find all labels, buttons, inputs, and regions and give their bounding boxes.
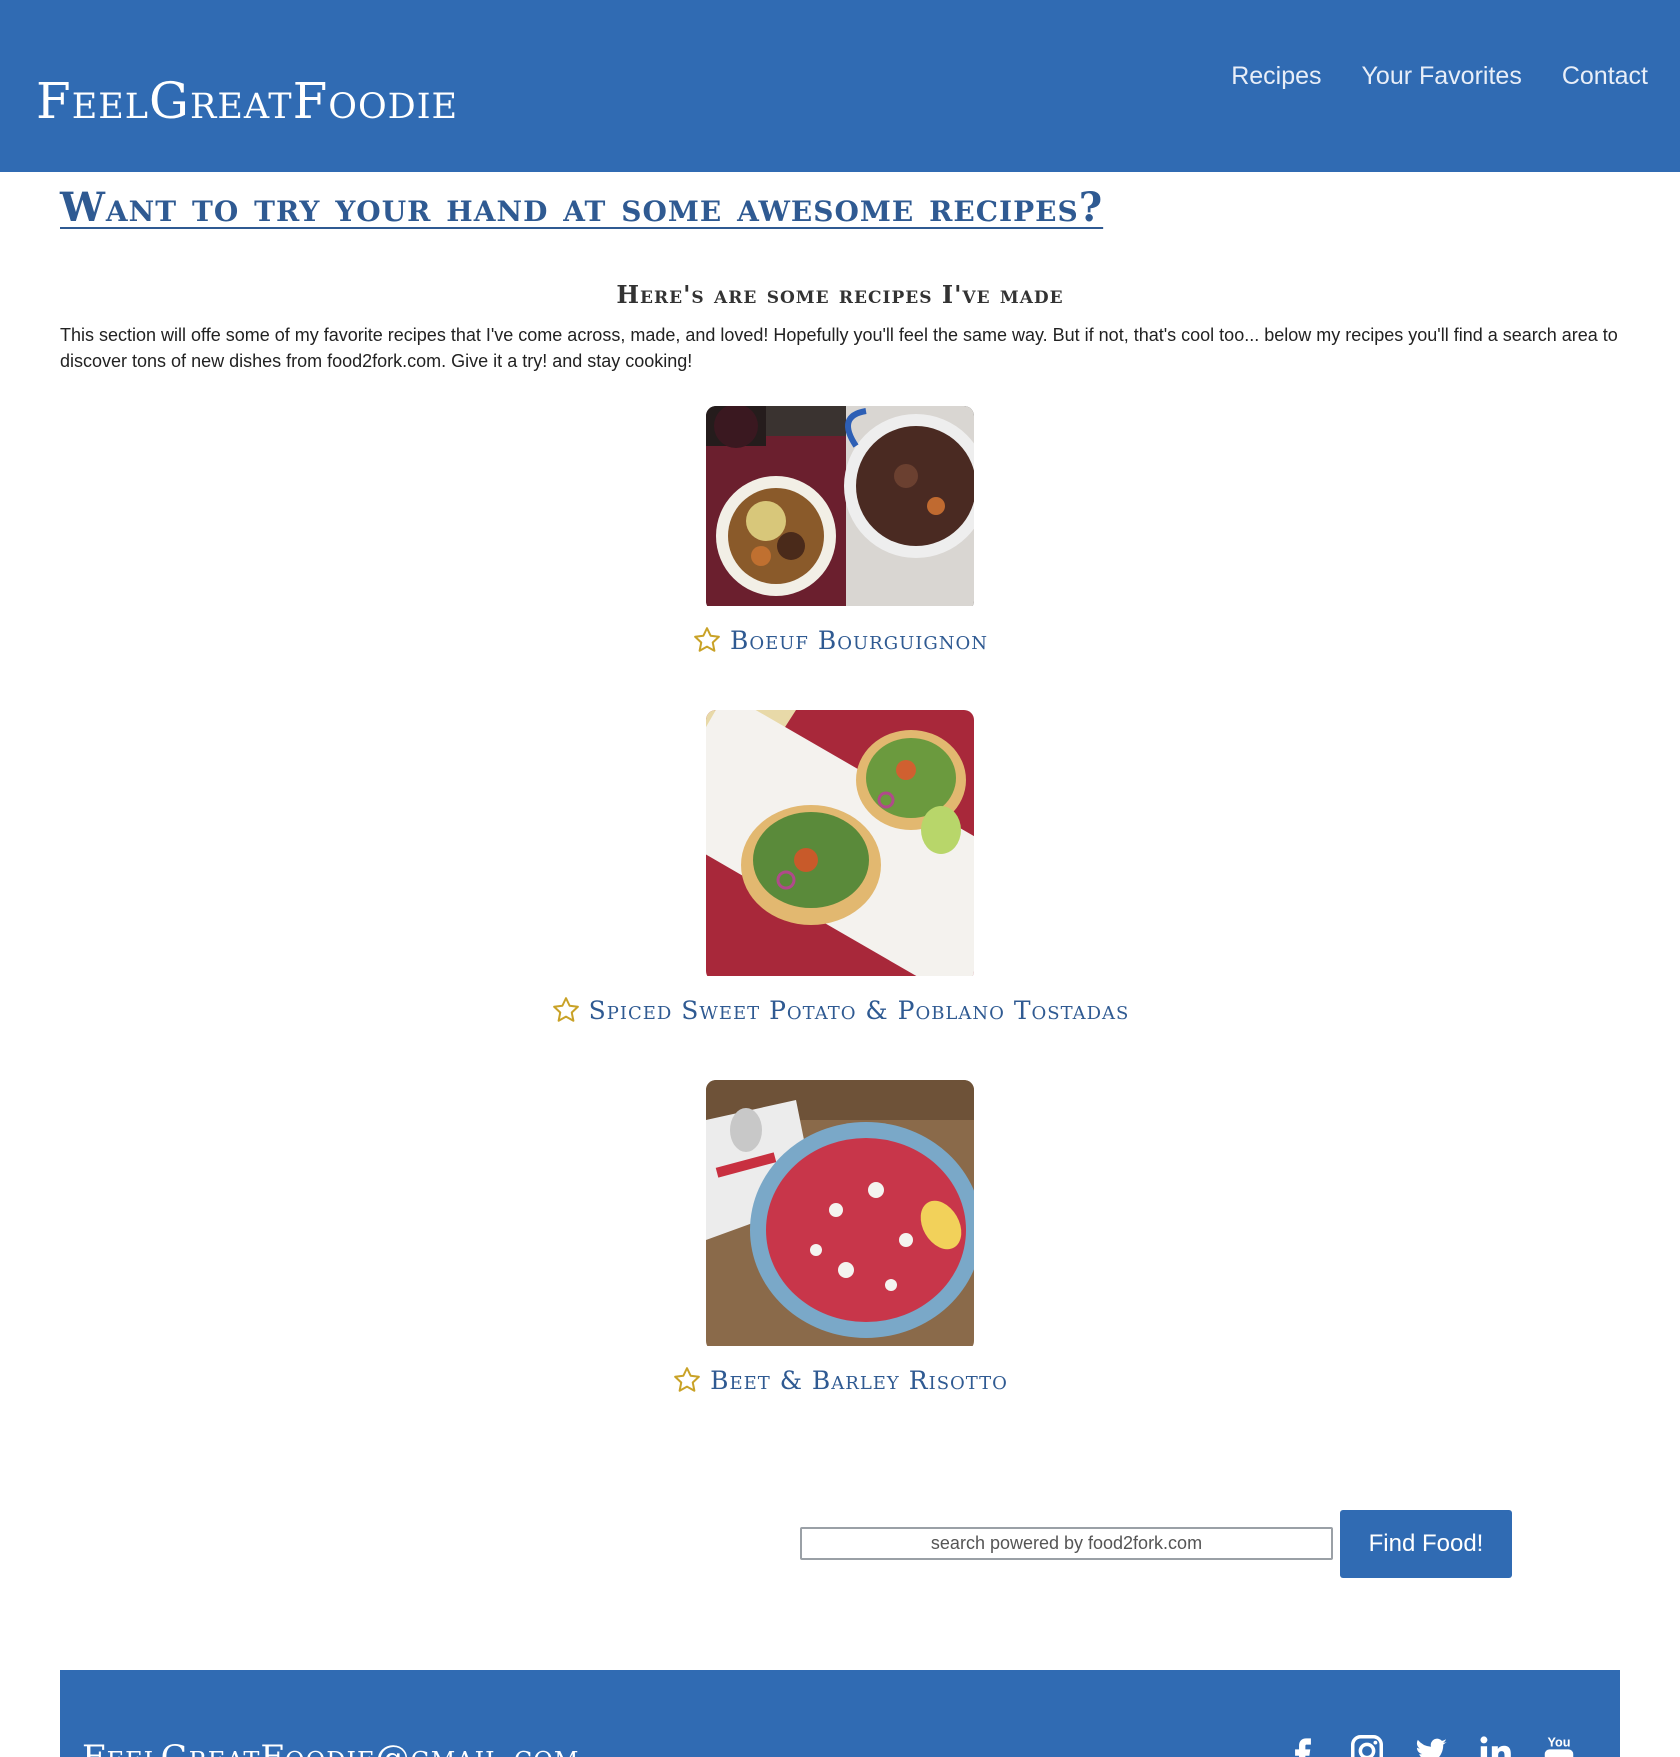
recipe-title[interactable]: Beet & Barley Risotto (672, 1365, 1008, 1395)
recipe-photo-beet-barley-risotto[interactable] (706, 1080, 974, 1351)
recipe-photo-tostadas[interactable] (706, 710, 974, 981)
nav-recipes[interactable]: Recipes (1231, 62, 1321, 91)
site-header: FeelGreatFoodie Recipes Your Favorites C… (0, 0, 1680, 172)
recipe-card: Beet & Barley Risotto (0, 1080, 1680, 1400)
recipe-title[interactable]: Spiced Sweet Potato & Poblano Tostadas (551, 995, 1130, 1025)
site-footer: FeelGreatFoodie@gmail.com You (60, 1670, 1620, 1757)
twitter-icon[interactable] (1412, 1732, 1450, 1757)
youtube-icon[interactable]: You (1540, 1732, 1578, 1757)
recipe-title-text: Beet & Barley Risotto (710, 1365, 1008, 1395)
hero-title[interactable]: Want to try your hand at some awesome re… (60, 184, 1103, 231)
favorite-star-icon[interactable] (692, 625, 722, 655)
recipe-title[interactable]: Boeuf Bourguignon (692, 625, 988, 655)
section-subheading: Here's are some recipes I've made (616, 280, 1064, 309)
instagram-icon[interactable] (1348, 1732, 1386, 1757)
recipe-photo-boeuf-bourguignon[interactable] (706, 406, 974, 611)
recipe-search-input[interactable] (800, 1527, 1333, 1560)
facebook-icon[interactable] (1284, 1732, 1322, 1757)
section-intro: This section will offe some of my favori… (60, 325, 1618, 371)
nav-contact[interactable]: Contact (1562, 62, 1648, 91)
recipe-title-text: Spiced Sweet Potato & Poblano Tostadas (588, 995, 1130, 1025)
favorite-star-icon[interactable] (551, 995, 581, 1025)
nav-your-favorites[interactable]: Your Favorites (1362, 62, 1522, 91)
brand-logo[interactable]: FeelGreatFoodie (36, 72, 458, 130)
svg-text:You: You (1548, 1735, 1571, 1749)
recipe-card: Spiced Sweet Potato & Poblano Tostadas (0, 710, 1680, 1030)
social-links: You (1284, 1732, 1578, 1757)
linkedin-icon[interactable] (1476, 1732, 1514, 1757)
recipe-title-text: Boeuf Bourguignon (729, 625, 989, 655)
footer-email[interactable]: FeelGreatFoodie@gmail.com (82, 1738, 579, 1757)
find-food-button[interactable]: Find Food! (1340, 1510, 1512, 1578)
favorite-star-icon[interactable] (672, 1365, 702, 1395)
recipe-card: Boeuf Bourguignon (0, 406, 1680, 660)
main-nav: Recipes Your Favorites Contact (1231, 62, 1648, 91)
